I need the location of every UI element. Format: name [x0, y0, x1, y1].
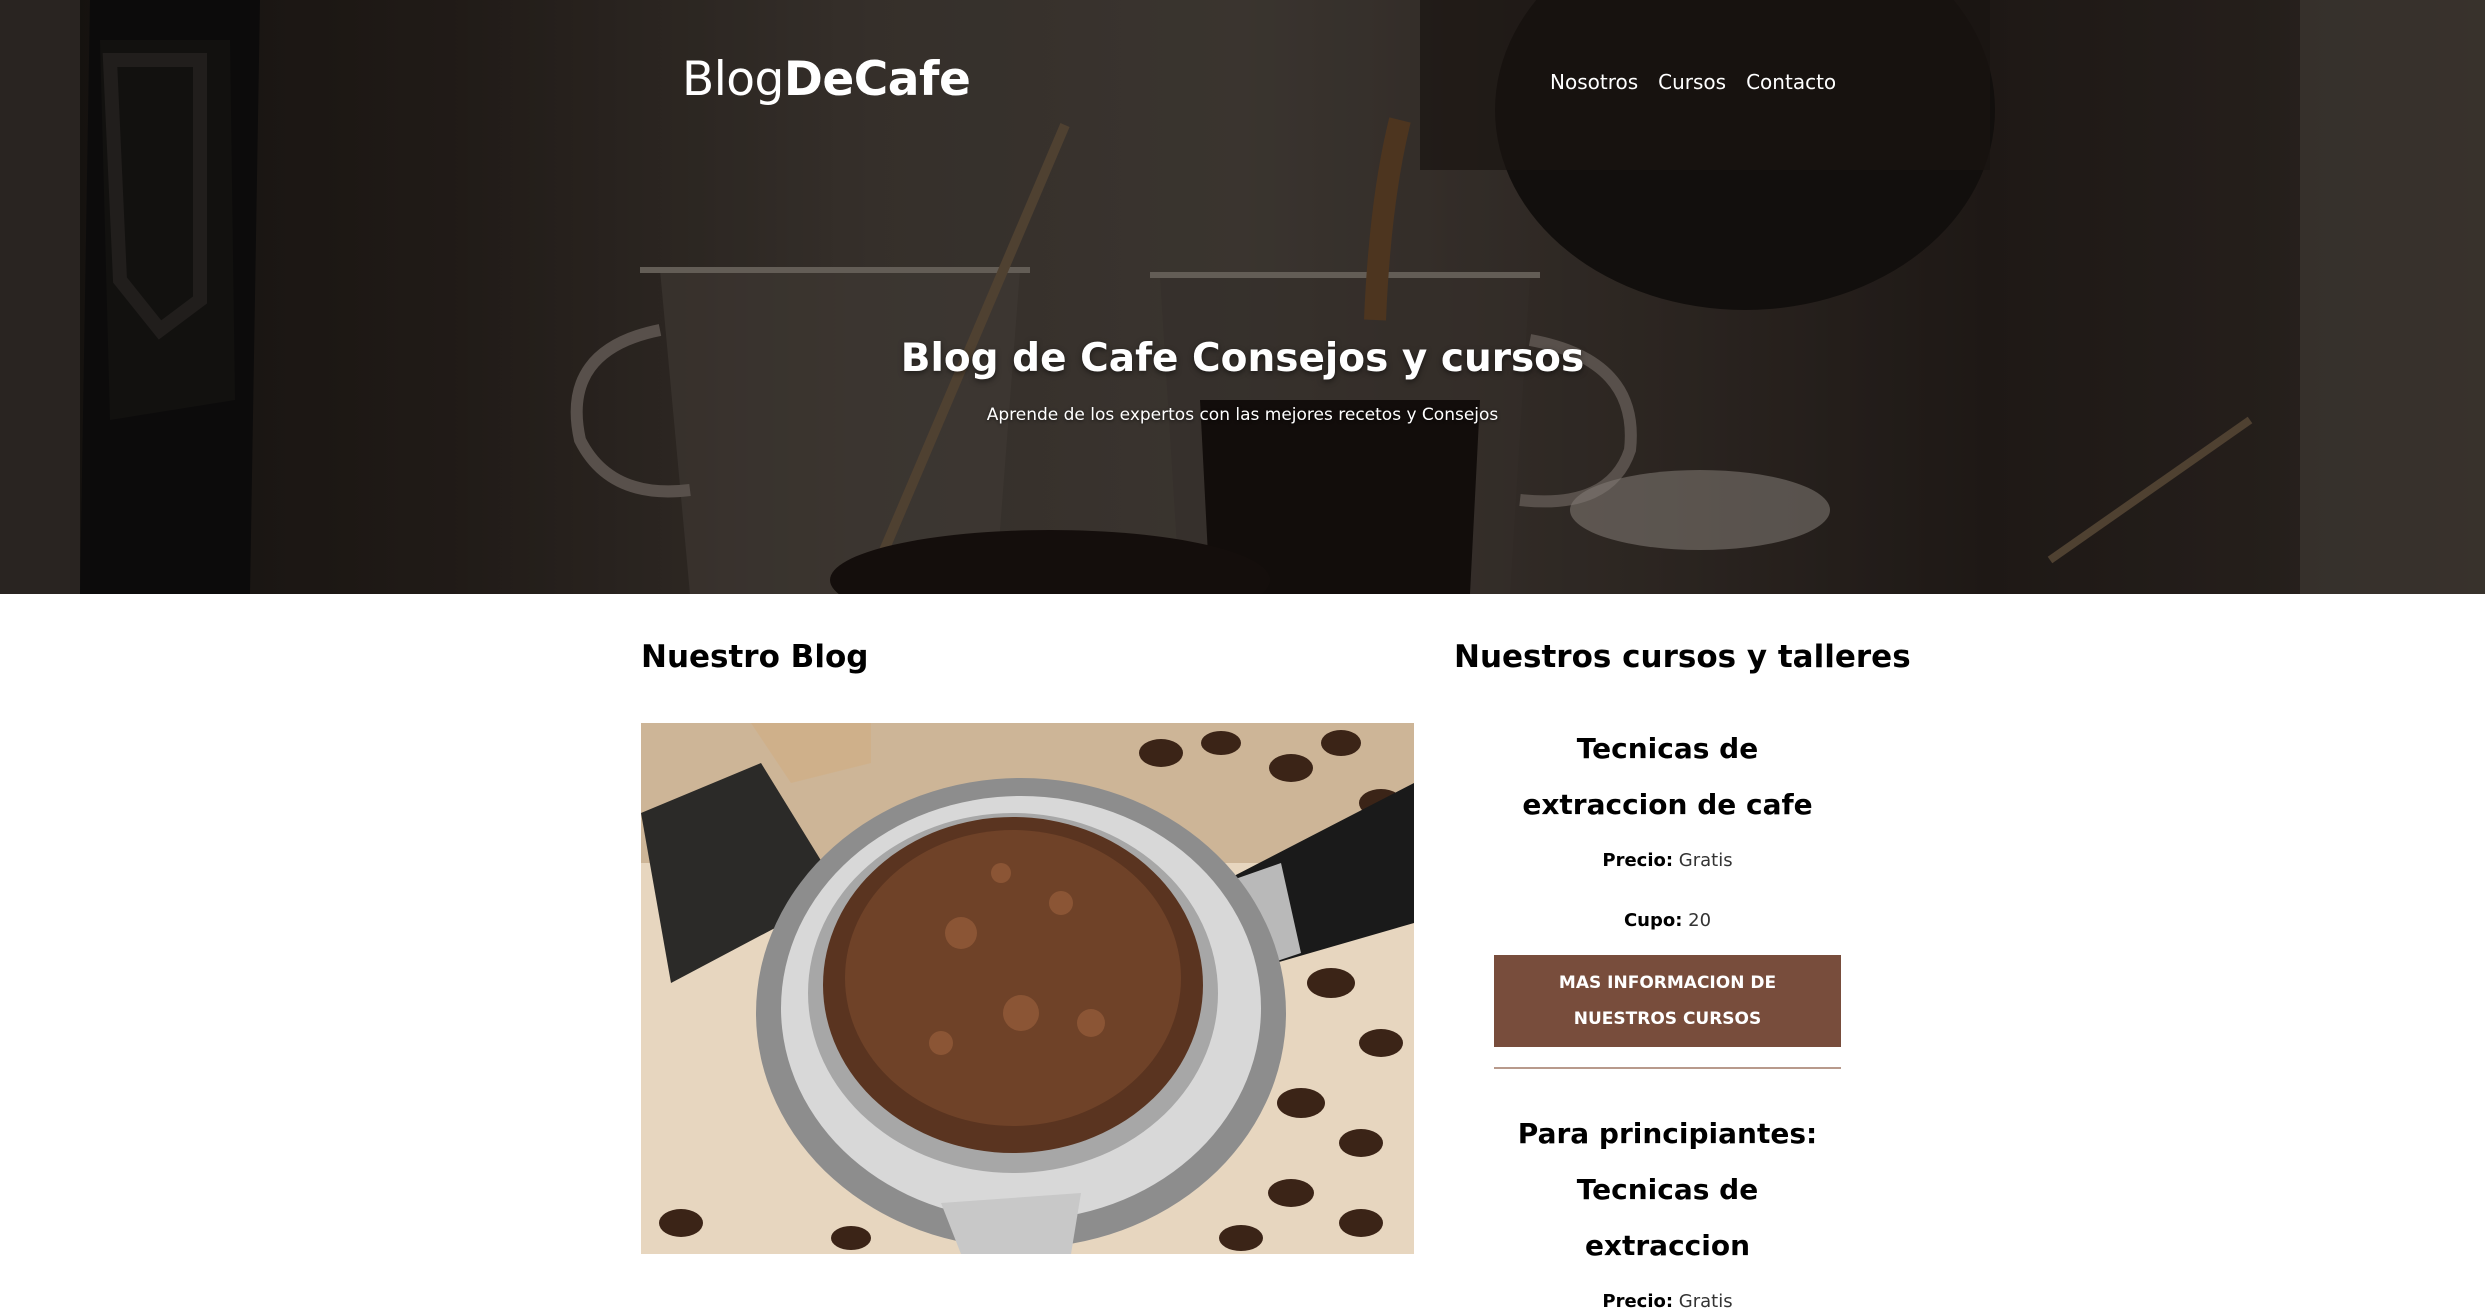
course-quota: Cupo: 20 — [1494, 909, 1841, 933]
blog-heading: Nuestro Blog — [641, 639, 869, 675]
course-price-value: Gratis — [1678, 850, 1733, 871]
course-divider — [1494, 1067, 1841, 1069]
blog-post-image[interactable] — [641, 723, 1414, 1254]
course-price-label: Precio: — [1602, 850, 1674, 871]
course-quota-label: Cupo: — [1623, 910, 1683, 931]
course-title: Tecnicas de extraccion de cafe — [1522, 732, 1813, 821]
portafilter-image — [641, 723, 1414, 1254]
site-logo[interactable]: BlogDeCafe — [682, 52, 971, 107]
nav-link-nosotros[interactable]: Nosotros — [1550, 70, 1638, 94]
logo-text-light: Blog — [682, 52, 784, 107]
course-title-second: Para principiantes: Tecnicas de extracci… — [1517, 1117, 1818, 1262]
logo-text-bold: DeCafe — [783, 52, 971, 107]
hero-subtitle: Aprende de los expertos con las mejores … — [986, 405, 1499, 425]
course-price-label-second: Precio: — [1602, 1291, 1674, 1312]
main-nav: Nosotros Cursos Contacto — [1550, 70, 1836, 94]
course-card: Tecnicas de extraccion de cafe Precio: G… — [1494, 721, 1841, 1069]
nav-link-cursos[interactable]: Cursos — [1658, 70, 1726, 94]
course-price: Precio: Gratis — [1494, 849, 1841, 873]
course-card-second: Para principiantes: Tecnicas de extracci… — [1494, 1106, 1841, 1314]
main-content: Nuestro Blog Nuestros cursos y talleres … — [0, 594, 2485, 1312]
nav-link-contacto[interactable]: Contacto — [1746, 70, 1836, 94]
more-info-button[interactable]: MAS INFORMACION DE NUESTROS CURSOS — [1494, 955, 1841, 1047]
course-price-second: Precio: Gratis — [1494, 1290, 1841, 1314]
course-quota-value: 20 — [1688, 910, 1712, 931]
course-price-value-second: Gratis — [1678, 1291, 1733, 1312]
courses-heading: Nuestros cursos y talleres — [1454, 639, 1911, 675]
hero-header: BlogDeCafe Nosotros Cursos Contacto Blog… — [0, 0, 2485, 594]
hero-title: Blog de Cafe Consejos y cursos — [900, 336, 1585, 381]
